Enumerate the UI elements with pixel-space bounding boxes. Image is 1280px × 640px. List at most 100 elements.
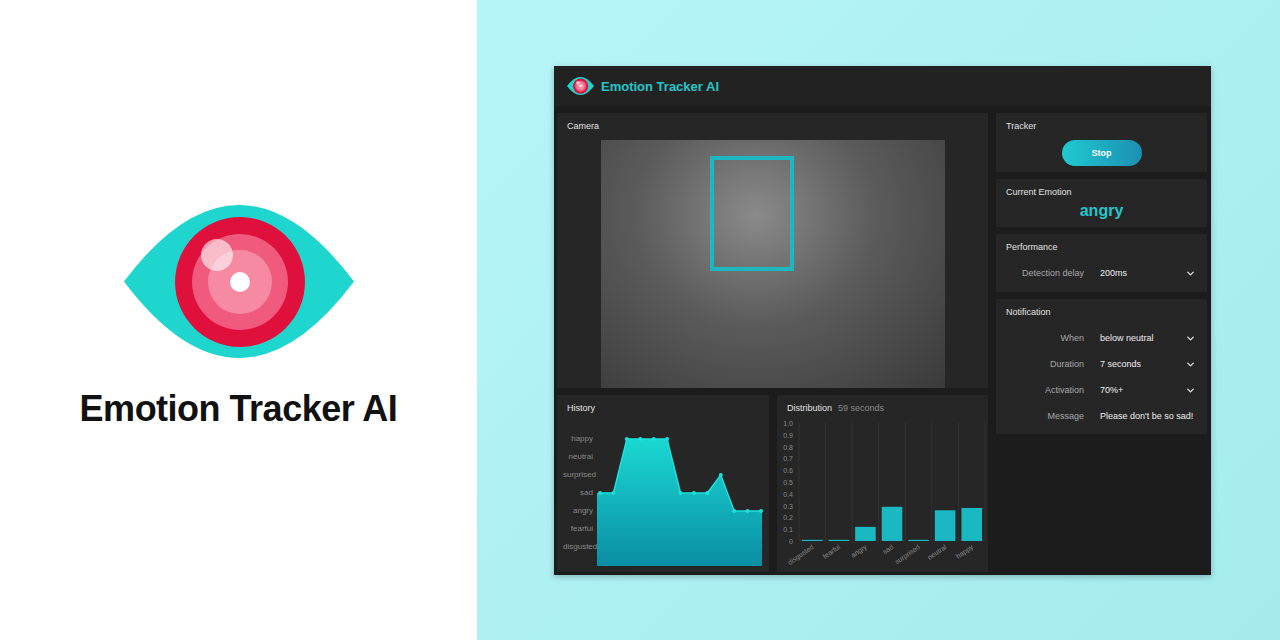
- history-panel: History happyneutralsurprisedsadangryfear…: [557, 395, 769, 572]
- panel-title: Distribution59 seconds: [777, 395, 988, 414]
- current-emotion: angry: [996, 202, 1207, 220]
- setting-select[interactable]: 70%+: [1100, 385, 1169, 395]
- tick-label: 0.4: [783, 491, 793, 498]
- page: Emotion Tracker AI Emotion Tracker AI Came…: [0, 0, 1280, 640]
- history-point: [705, 491, 709, 495]
- history-point: [625, 437, 629, 441]
- eye-logo-icon: [567, 77, 594, 95]
- setting-select[interactable]: 200ms: [1100, 268, 1169, 278]
- distribution-bar: [961, 508, 982, 541]
- axis-label: sad: [563, 484, 593, 502]
- tick-label: 0.8: [783, 444, 793, 451]
- history-point: [692, 491, 696, 495]
- app-header: Emotion Tracker AI: [554, 66, 1211, 106]
- distribution-panel: Distribution59 seconds 1.0 0.9 0.8 0.7 0.6 0.5…: [777, 395, 988, 572]
- tick-label: 0: [789, 538, 793, 545]
- app-body: CameraHistoryhappyneutralsurprisedsadang…: [554, 106, 1211, 575]
- setting-label: Detection delay: [996, 268, 1084, 278]
- setting-row: Activation 70%+: [996, 383, 1207, 397]
- panel-title: Notification: [996, 299, 1207, 318]
- distribution-bar: [935, 510, 956, 541]
- tick-label: 0.7: [783, 455, 793, 462]
- current-emotion-panel: Current Emotion angry: [996, 179, 1207, 227]
- app-title: Emotion Tracker AI: [601, 79, 719, 94]
- history-point: [759, 509, 763, 513]
- distribution-bar: [855, 527, 876, 541]
- tracker-panel: Tracker Stop: [996, 113, 1207, 172]
- axis-label: surprised: [563, 466, 593, 484]
- history-axis: happyneutralsurprisedsadangryfearfuldisg…: [563, 430, 593, 566]
- chevron-down-icon[interactable]: [1185, 359, 1196, 370]
- category-label: angry: [850, 543, 869, 560]
- history-point: [611, 491, 615, 495]
- history-point: [746, 509, 750, 513]
- history-point: [719, 473, 723, 477]
- category-label: neutral: [926, 543, 948, 561]
- charts-row: Historyhappyneutralsurprisedsadangryfear…: [557, 395, 988, 572]
- setting-label: Activation: [996, 385, 1084, 395]
- category-label: disgusted: [786, 543, 815, 566]
- performance-panel: Performance Detection delay 200ms: [996, 234, 1207, 292]
- tick-label: 0.6: [783, 467, 793, 474]
- history-point: [732, 509, 736, 513]
- axis-label: happy: [563, 430, 593, 448]
- brand-panel: Emotion Tracker AI: [0, 0, 477, 640]
- distribution-period: 59 seconds: [838, 403, 884, 414]
- history-point: [638, 437, 642, 441]
- chevron-down-icon[interactable]: [1185, 385, 1196, 396]
- panel-title: Performance: [996, 234, 1207, 253]
- history-point: [598, 491, 602, 495]
- setting-label: Message: [996, 411, 1084, 421]
- axis-label: disgusted: [563, 538, 593, 556]
- tick-label: 0.3: [783, 503, 793, 510]
- axis-label: angry: [563, 502, 593, 520]
- distribution-bar: [882, 507, 903, 541]
- category-label: fearful: [821, 543, 841, 560]
- setting-select[interactable]: 7 seconds: [1100, 359, 1169, 369]
- panel-title: History: [557, 395, 769, 414]
- tick-label: 0.9: [783, 432, 793, 439]
- setting-select[interactable]: below neutral: [1100, 333, 1169, 343]
- setting-label: Duration: [996, 359, 1084, 369]
- category-label: surprised: [894, 543, 922, 566]
- setting-row: Message Please don't be so sad!: [996, 409, 1207, 423]
- axis-label: neutral: [563, 448, 593, 466]
- camera-panel: Camera: [557, 113, 988, 388]
- history-point: [679, 491, 683, 495]
- category-label: happy: [955, 543, 976, 561]
- distribution-bar: [908, 540, 929, 541]
- tick-label: 1.0: [783, 420, 793, 427]
- category-label: sad: [881, 543, 894, 555]
- history-point: [665, 437, 669, 441]
- chevron-down-icon[interactable]: [1185, 333, 1196, 344]
- camera-feed: [601, 140, 945, 388]
- panel-title: Current Emotion: [996, 179, 1207, 198]
- distribution-chart: 1.0 0.9 0.8 0.7 0.6 0.5 0.4 0.3 0.2 0.1 0disgusted…: [777, 416, 988, 566]
- setting-row: When below neutral: [996, 331, 1207, 345]
- distribution-bar: [829, 540, 850, 541]
- notification-panel: Notification When below neutral Duration 7 s…: [996, 299, 1207, 434]
- history-area: [597, 430, 763, 566]
- history-point: [652, 437, 656, 441]
- tick-label: 0.5: [783, 479, 793, 486]
- face-box: [710, 156, 794, 271]
- setting-label: When: [996, 333, 1084, 343]
- history-chart: happyneutralsurprisedsadangryfearfuldisg…: [557, 430, 769, 566]
- setting-row: Duration 7 seconds: [996, 357, 1207, 371]
- panel-title: Tracker: [996, 113, 1207, 132]
- distribution-bar: [802, 540, 823, 541]
- right-column: Tracker Stop Current Emotion angry Performan…: [996, 113, 1207, 572]
- setting-row: Detection delay 200ms: [996, 266, 1207, 280]
- stop-button[interactable]: Stop: [1062, 140, 1142, 166]
- panel-title: Camera: [557, 113, 988, 132]
- eye-logo-icon: [124, 205, 354, 358]
- showcase: Emotion Tracker AICameraHistoryhappyneut…: [477, 0, 1280, 640]
- axis-label: fearful: [563, 520, 593, 538]
- app-window: Emotion Tracker AICameraHistoryhappyneut…: [554, 66, 1211, 575]
- brand-title: Emotion Tracker AI: [80, 388, 398, 430]
- chevron-down-icon[interactable]: [1185, 268, 1196, 279]
- tick-label: 0.2: [783, 514, 793, 521]
- setting-input[interactable]: Please don't be so sad!: [1100, 411, 1193, 421]
- tick-label: 0.1: [783, 526, 793, 533]
- left-column: CameraHistoryhappyneutralsurprisedsadang…: [557, 113, 988, 572]
